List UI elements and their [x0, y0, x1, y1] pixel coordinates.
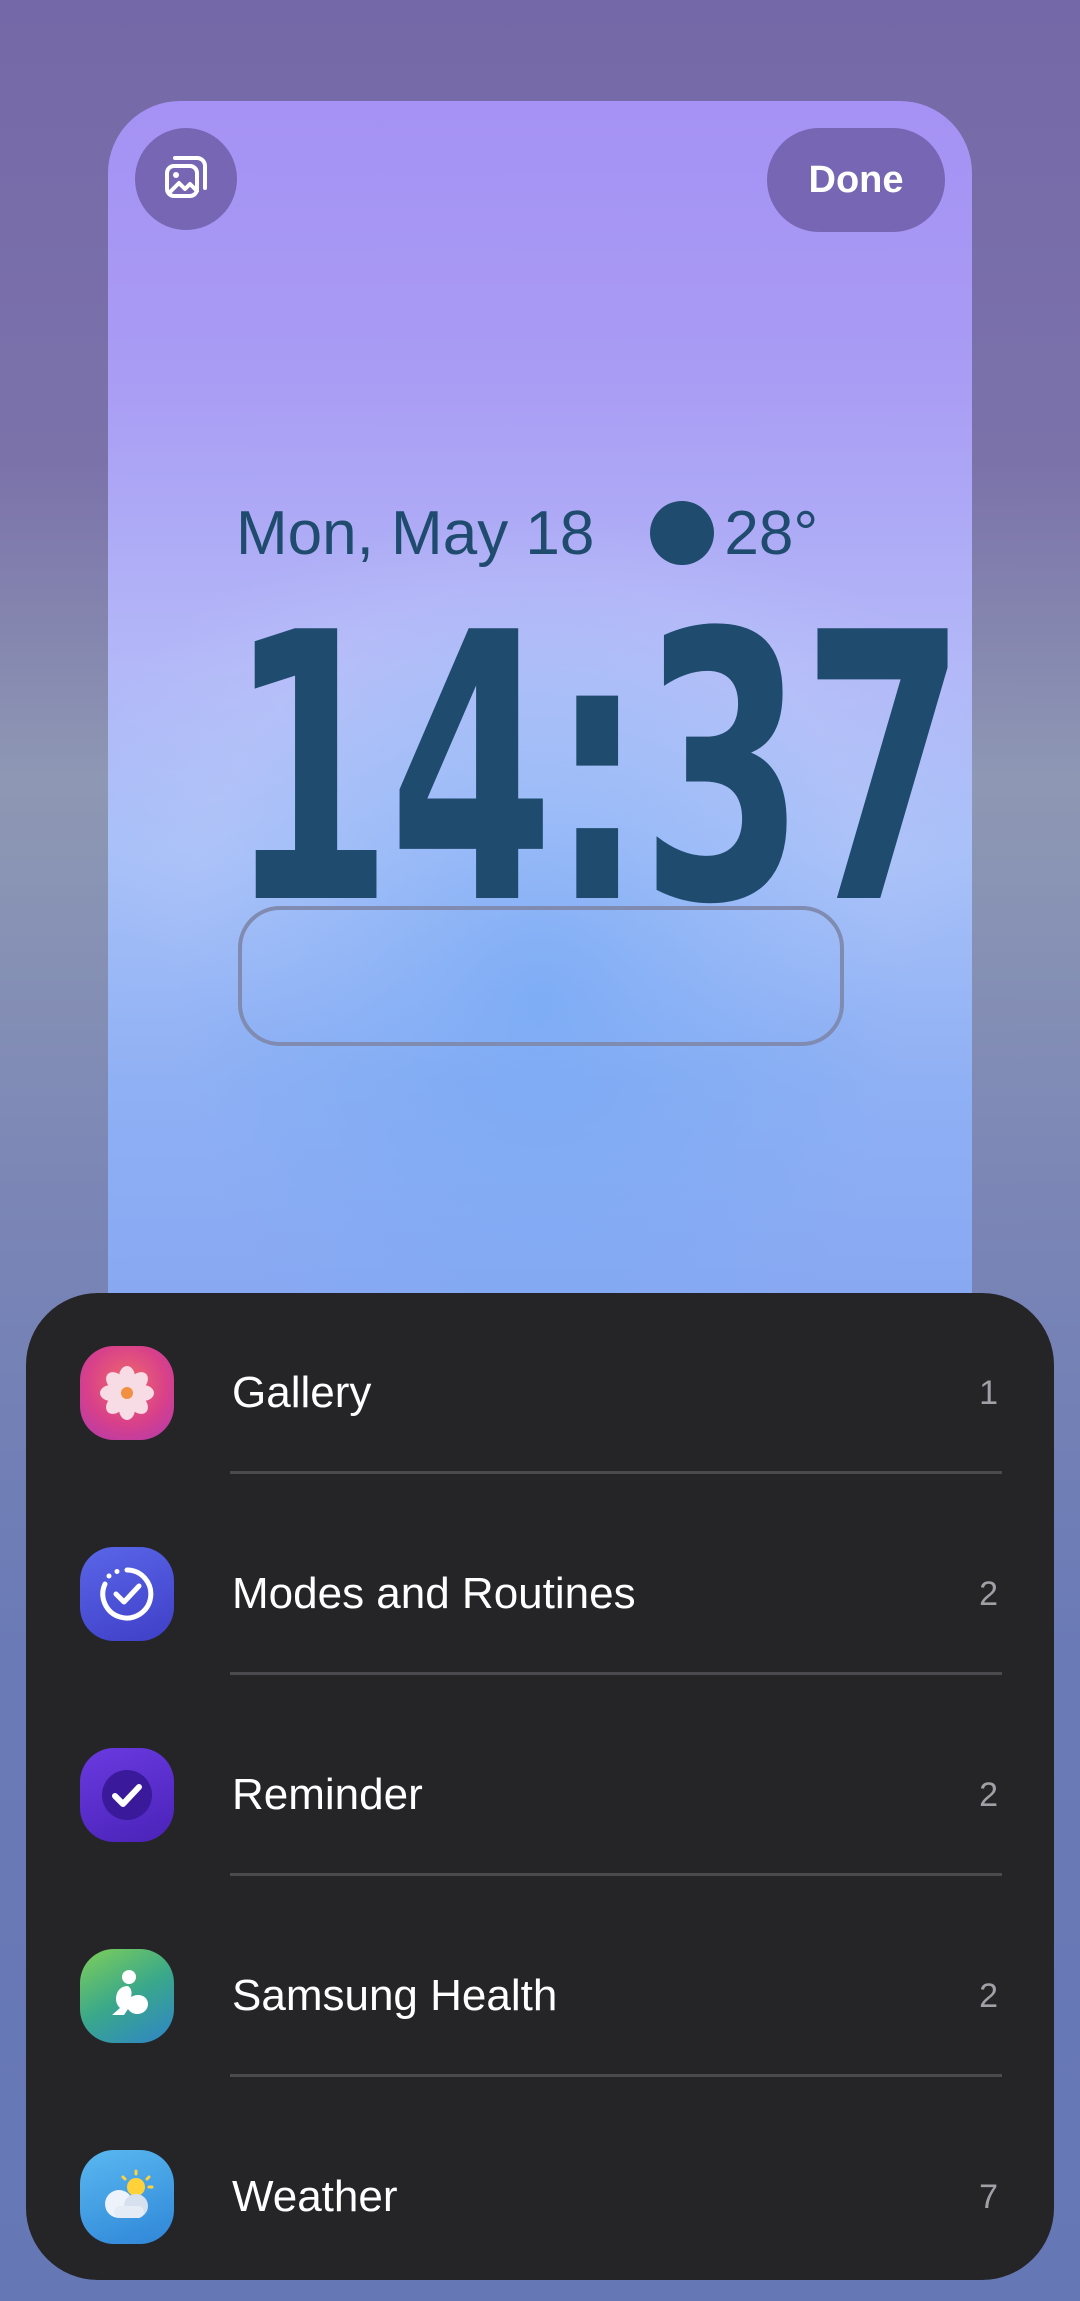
list-item-weather[interactable]: Weather 7 — [26, 2097, 1054, 2280]
widget-count: 7 — [979, 2178, 998, 2216]
widget-app-list: Gallery 1 Modes and Routines 2 Reminder … — [26, 1293, 1054, 2280]
list-item-label: Gallery — [232, 1368, 372, 1417]
list-item-reminder[interactable]: Reminder 2 — [26, 1695, 1054, 1896]
gallery-icon — [80, 1346, 174, 1440]
widget-count: 1 — [979, 1374, 998, 1412]
list-item-label: Weather — [232, 2172, 398, 2221]
lock-screen-preview: Done Mon, May 18 28° 14:37 — [108, 101, 972, 1361]
reminder-icon — [80, 1748, 174, 1842]
done-button[interactable]: Done — [767, 128, 945, 232]
modes-routines-icon — [80, 1547, 174, 1641]
wallpaper-icon — [162, 153, 210, 205]
widget-count: 2 — [979, 1977, 998, 2015]
list-item-samsung-health[interactable]: Samsung Health 2 — [26, 1896, 1054, 2097]
divider — [230, 1471, 1002, 1474]
widget-count: 2 — [979, 1776, 998, 1814]
list-item-gallery[interactable]: Gallery 1 — [26, 1293, 1054, 1494]
list-item-label: Modes and Routines — [232, 1569, 636, 1618]
widget-slot[interactable] — [238, 906, 844, 1046]
wallpaper-button[interactable] — [135, 128, 237, 230]
list-item-modes-and-routines[interactable]: Modes and Routines 2 — [26, 1494, 1054, 1695]
list-item-label: Reminder — [232, 1770, 423, 1819]
weather-icon — [80, 2150, 174, 2244]
divider — [230, 1873, 1002, 1876]
list-item-label: Samsung Health — [232, 1971, 558, 2020]
divider — [230, 2074, 1002, 2077]
divider — [230, 1672, 1002, 1675]
clock[interactable]: 14:37 — [228, 581, 966, 961]
widget-count: 2 — [979, 1575, 998, 1613]
samsung-health-icon — [80, 1949, 174, 2043]
